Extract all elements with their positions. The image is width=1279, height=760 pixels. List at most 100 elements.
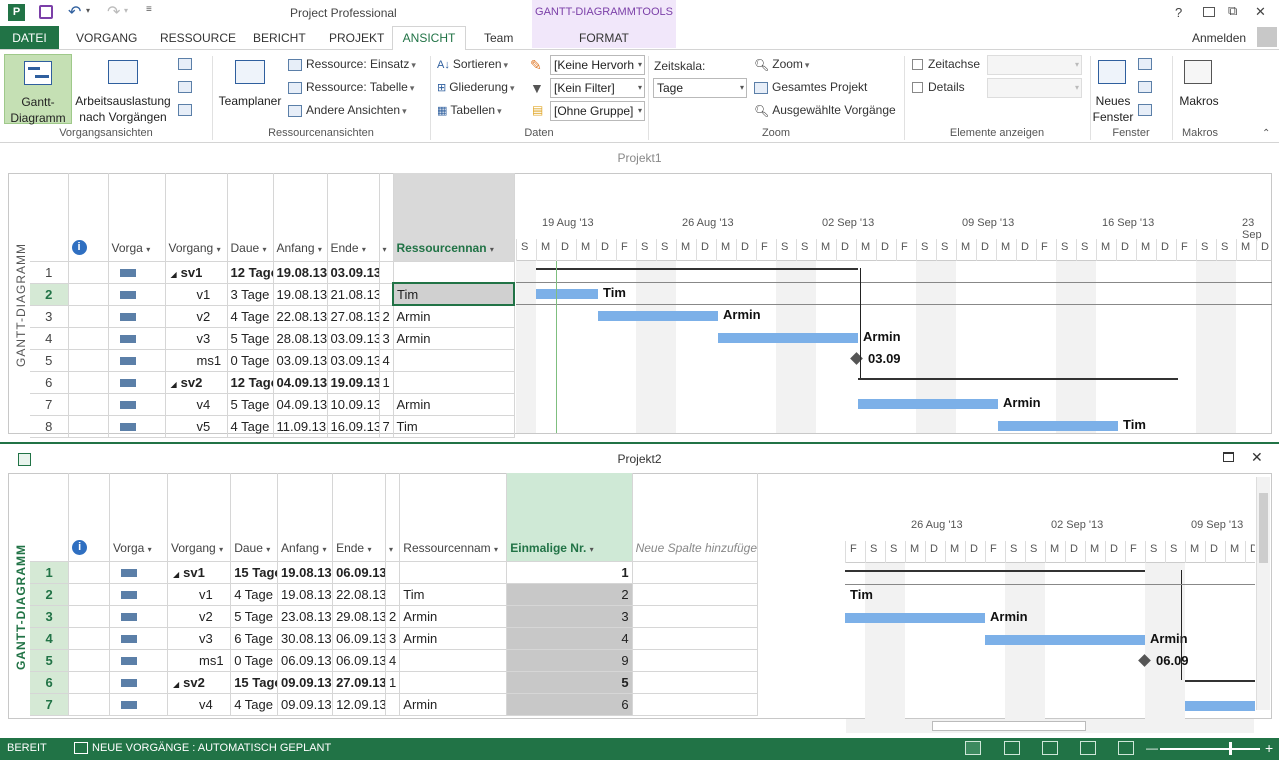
predecessor-cell[interactable] xyxy=(379,393,394,416)
table-row[interactable]: 5 ms1 0 Tage 06.09.13 06.09.13 4 9 xyxy=(30,649,759,672)
undo-icon[interactable]: ↶ xyxy=(68,2,81,22)
resource-cell[interactable] xyxy=(399,671,508,694)
row-number[interactable]: 1 xyxy=(30,561,70,584)
other-task-views-icon[interactable] xyxy=(178,104,192,116)
new-column-cell[interactable] xyxy=(632,627,759,650)
new-task-mode-icon[interactable] xyxy=(74,742,88,754)
end-cell[interactable]: 19.09.13 xyxy=(327,371,380,394)
hervorhebung-select[interactable]: [Keine Hervorh ▾ xyxy=(550,55,645,75)
predecessor-cell[interactable] xyxy=(379,261,394,284)
end-cell[interactable]: 06.09.13 xyxy=(332,561,387,584)
resource-cell[interactable]: Armin xyxy=(393,305,515,328)
select-all-cell[interactable] xyxy=(30,473,70,562)
restore-icon[interactable]: ⧉ xyxy=(1228,3,1237,19)
column-header[interactable]: Ende ▾ xyxy=(332,473,387,562)
table-row[interactable]: 2 v1 3 Tage 19.08.13 21.08.13 Tim xyxy=(30,282,515,306)
teamplaner-button[interactable]: Teamplaner xyxy=(216,54,284,124)
end-cell[interactable]: 22.08.13 xyxy=(332,583,387,606)
task-name-cell[interactable]: v2 xyxy=(165,305,228,328)
row-number[interactable]: 6 xyxy=(30,371,69,394)
task-bar-v2[interactable] xyxy=(845,613,985,623)
task-bar-v1[interactable] xyxy=(536,289,598,299)
zoom-out-icon[interactable]: — xyxy=(1146,741,1158,755)
end-cell[interactable]: 03.09.13 xyxy=(327,327,380,350)
task-mode-cell[interactable] xyxy=(108,349,166,372)
duration-cell[interactable]: 4 Tage xyxy=(227,415,274,438)
tab-projekt[interactable]: PROJEKT xyxy=(323,29,390,49)
tab-format[interactable]: FORMAT xyxy=(573,29,635,49)
resource-cell[interactable]: Armin xyxy=(399,627,508,650)
resource-cell[interactable] xyxy=(399,561,508,584)
task-name-cell[interactable]: v3 xyxy=(165,327,228,350)
start-cell[interactable]: 19.08.13 xyxy=(277,561,334,584)
project2-gantt-chart[interactable]: 26 Aug '13 02 Sep '13 09 Sep '13 F S S M D M D F S S… xyxy=(845,473,1255,719)
row-number[interactable]: 3 xyxy=(30,605,70,628)
task-mode-cell[interactable] xyxy=(109,649,169,672)
unique-id-cell[interactable]: 5 xyxy=(506,671,633,694)
task-mode-cell[interactable] xyxy=(109,583,169,606)
start-cell[interactable]: 19.08.13 xyxy=(273,283,328,306)
row-number[interactable]: 7 xyxy=(30,693,70,716)
end-cell[interactable]: 21.08.13 xyxy=(327,283,380,306)
save-icon[interactable] xyxy=(39,5,53,19)
new-column-cell[interactable] xyxy=(632,583,759,606)
row-number[interactable]: 4 xyxy=(30,327,69,350)
gliederung-button[interactable]: ⊞ Gliederung ▾ xyxy=(437,80,514,94)
info-column-header[interactable]: i xyxy=(68,173,109,262)
end-cell[interactable]: 27.09.13 xyxy=(332,671,387,694)
makros-button[interactable]: Makros xyxy=(1176,54,1222,124)
duration-cell[interactable]: 6 Tage xyxy=(230,627,279,650)
task-name-cell[interactable]: v1 xyxy=(165,283,228,306)
zeitachse-checkbox[interactable]: Zeitachse xyxy=(912,57,980,71)
task-bar-v2[interactable] xyxy=(598,311,718,321)
task-mode-cell[interactable] xyxy=(108,393,166,416)
task-name-cell[interactable]: ms1 xyxy=(167,649,232,672)
table-row[interactable]: 1 ◢sv112 Tage19.08.1303.09.13 xyxy=(30,261,515,284)
task-mode-cell[interactable] xyxy=(108,371,166,394)
task-mode-cell[interactable] xyxy=(109,627,169,650)
start-cell[interactable]: 04.09.13 xyxy=(273,393,328,416)
gantt-view-shortcut-icon[interactable] xyxy=(965,741,981,755)
duration-cell[interactable]: 12 Tage xyxy=(227,261,274,284)
predecessor-cell[interactable]: 3 xyxy=(385,627,401,650)
end-cell[interactable]: 03.09.13 xyxy=(327,349,380,372)
duration-cell[interactable]: 5 Tage xyxy=(230,605,279,628)
select-all-cell[interactable] xyxy=(30,173,69,262)
predecessor-cell[interactable] xyxy=(385,583,401,606)
duration-cell[interactable]: 3 Tage xyxy=(227,283,274,306)
status-new-tasks[interactable]: NEUE VORGÄNGE : AUTOMATISCH GEPLANT xyxy=(92,742,331,754)
start-cell[interactable]: 03.09.13 xyxy=(273,349,328,372)
end-cell[interactable]: 06.09.13 xyxy=(332,649,387,672)
table-row[interactable]: 3 v2 5 Tage 23.08.13 29.08.13 2 Armin 3 xyxy=(30,605,759,628)
task-bar-v5[interactable] xyxy=(998,421,1118,431)
predecessor-cell[interactable] xyxy=(379,283,394,306)
column-header[interactable]: Ressourcennan ▾ xyxy=(393,173,515,262)
resource-cell[interactable] xyxy=(393,371,515,394)
tab-vorgang[interactable]: VORGANG xyxy=(70,29,143,49)
customize-qat-icon[interactable]: ≡ xyxy=(146,4,152,15)
hide-window-icon[interactable] xyxy=(1138,104,1152,116)
undo-dropdown-icon[interactable]: ▾ xyxy=(86,6,90,15)
table-row[interactable]: 6 ◢ sv2 15 Tage 09.09.13 27.09.13 1 5 xyxy=(30,671,759,694)
predecessor-cell[interactable]: 3 xyxy=(379,327,394,350)
task-name-cell[interactable]: ◢ sv1 xyxy=(167,561,232,584)
table-row[interactable]: 3 v2 4 Tage 22.08.13 27.08.13 2 Armin xyxy=(30,305,515,328)
table-row[interactable]: 7 v4 5 Tage 04.09.13 10.09.13 Armin xyxy=(30,393,515,416)
new-column-cell[interactable] xyxy=(632,649,759,672)
duration-cell[interactable]: 0 Tage xyxy=(227,349,274,372)
task-name-cell[interactable]: ◢ sv2 xyxy=(167,671,232,694)
new-column-cell[interactable] xyxy=(632,561,759,584)
duration-cell[interactable]: 4 Tage xyxy=(230,583,279,606)
task-usage-shortcut-icon[interactable] xyxy=(1004,741,1020,755)
task-name-cell[interactable]: v4 xyxy=(165,393,228,416)
table-row[interactable]: 8 v5 4 Tage 11.09.13 16.09.13 7 Tim xyxy=(30,415,515,438)
report-shortcut-icon[interactable] xyxy=(1118,741,1134,755)
switch-windows-icon[interactable] xyxy=(1138,58,1152,70)
ribbon-display-icon[interactable] xyxy=(1203,7,1215,17)
vertical-scrollbar[interactable] xyxy=(1256,477,1270,710)
start-cell[interactable]: 22.08.13 xyxy=(273,305,328,328)
end-cell[interactable]: 27.08.13 xyxy=(327,305,380,328)
project-app-icon[interactable]: P xyxy=(8,4,25,21)
gantt-diagramm-button[interactable]: Gantt- Diagramm xyxy=(4,54,72,125)
unique-id-cell[interactable]: 9 xyxy=(506,649,633,672)
